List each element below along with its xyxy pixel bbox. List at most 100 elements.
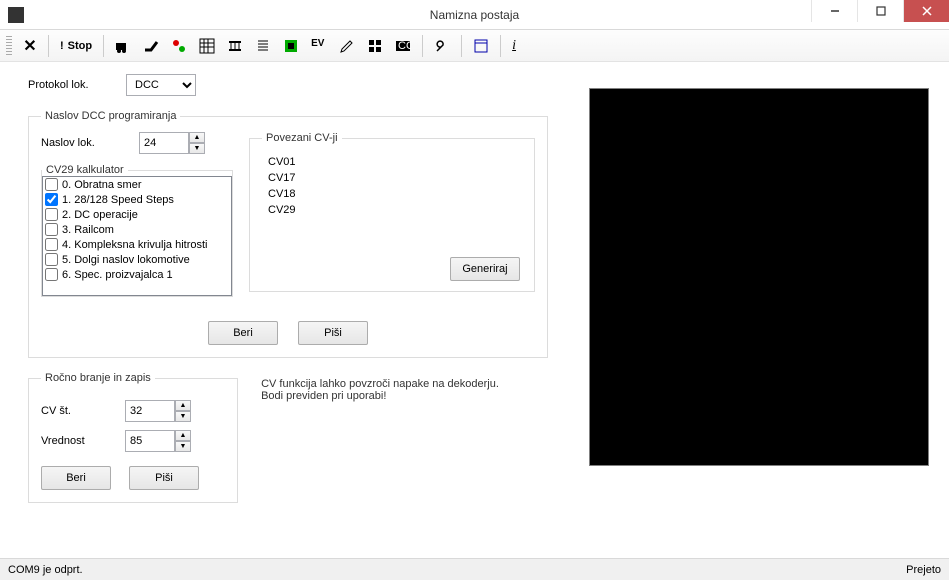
- left-column: Protokol lok. DCC Naslov DCC programiran…: [28, 74, 588, 517]
- close-button[interactable]: [903, 0, 949, 22]
- linked-cv-item: CV17: [262, 170, 522, 186]
- svg-text:COM: COM: [398, 40, 411, 52]
- list-icon: [255, 38, 271, 54]
- window-title: Namizna postaja: [430, 8, 519, 22]
- four-squares-icon: [367, 38, 383, 54]
- cv29-item: 0. Obratna smer: [43, 177, 231, 192]
- window-controls: [811, 0, 949, 22]
- cv29-checkbox-4[interactable]: [45, 238, 58, 251]
- cv29-checkbox-3[interactable]: [45, 223, 58, 236]
- x-icon: ✕: [23, 36, 36, 56]
- maximize-button[interactable]: [857, 0, 903, 22]
- toolbar-com-button[interactable]: COM: [390, 34, 416, 58]
- toolbar-separator: [48, 35, 49, 57]
- titlebar: Namizna postaja: [0, 0, 949, 30]
- toolbar-separator: [422, 35, 423, 57]
- toolbar-grip: [6, 36, 12, 56]
- cv-number-input[interactable]: [125, 400, 175, 422]
- cv-value-input[interactable]: [125, 430, 175, 452]
- toolbar-turnout-button[interactable]: [138, 34, 164, 58]
- exclaim-icon: !: [60, 40, 64, 52]
- content-area: Protokol lok. DCC Naslov DCC programiran…: [0, 62, 949, 558]
- cv29-item: 1. 28/128 Speed Steps: [43, 192, 231, 207]
- toolbar-separator: [103, 35, 104, 57]
- dcc-write-button[interactable]: Piši: [298, 321, 368, 345]
- stop-label: Stop: [68, 40, 92, 52]
- addr-spin-up[interactable]: ▲: [189, 132, 205, 143]
- val-spin-down[interactable]: ▼: [175, 441, 191, 452]
- generate-button[interactable]: Generiraj: [450, 257, 520, 281]
- toolbar-separator: [500, 35, 501, 57]
- cv-value-label: Vrednost: [41, 435, 113, 447]
- manual-rw-group: Ročno branje in zapis CV št. ▲▼ Vrednost…: [28, 372, 238, 503]
- toolbar: ✕ ! Stop EV COM i: [0, 30, 949, 62]
- green-square-icon: [283, 38, 299, 54]
- cv29-item: 6. Spec. proizvajalca 1: [43, 267, 231, 282]
- protocol-select[interactable]: DCC: [126, 74, 196, 96]
- toolbar-grid-button[interactable]: [194, 34, 220, 58]
- app-icon: [8, 7, 24, 23]
- toolbar-track-button[interactable]: [222, 34, 248, 58]
- cv29-item: 5. Dolgi naslov lokomotive: [43, 252, 231, 267]
- toolbar-wrench-button[interactable]: [429, 34, 455, 58]
- loco-addr-input[interactable]: [139, 132, 189, 154]
- manual-legend: Ročno branje in zapis: [41, 372, 155, 384]
- toolbar-list-button[interactable]: [250, 34, 276, 58]
- toolbar-squares-button[interactable]: [362, 34, 388, 58]
- cv-number-label: CV št.: [41, 405, 113, 417]
- terminal-output[interactable]: [589, 88, 929, 466]
- cv29-checkbox-5[interactable]: [45, 253, 58, 266]
- stop-button[interactable]: ! Stop: [55, 34, 97, 58]
- com-icon: COM: [395, 38, 411, 54]
- linked-cv-item: CV01: [262, 154, 522, 170]
- dcc-group-legend: Naslov DCC programiranja: [41, 110, 180, 122]
- status-left: COM9 je odprt.: [8, 564, 83, 576]
- warning-text: CV funkcija lahko povzroči napake na dek…: [261, 378, 541, 402]
- statusbar: COM9 je odprt. Prejeto: [0, 558, 949, 580]
- cv29-legend: CV29 kalkulator: [42, 164, 128, 176]
- wrench-icon: [434, 38, 450, 54]
- toolbar-separator: [461, 35, 462, 57]
- linked-cv-item: CV18: [262, 186, 522, 202]
- linked-cv-item: CV29: [262, 202, 522, 218]
- toolbar-loco-button[interactable]: [110, 34, 136, 58]
- loco-icon: [115, 38, 131, 54]
- track-icon: [227, 38, 243, 54]
- linked-cv-legend: Povezani CV-ji: [262, 132, 342, 144]
- toolbar-window-button[interactable]: [468, 34, 494, 58]
- linked-cv-group: Povezani CV-ji CV01 CV17 CV18 CV29 Gener…: [249, 132, 535, 292]
- dcc-programming-group: Naslov DCC programiranja Naslov lok. ▲ ▼: [28, 110, 548, 358]
- window-icon: [473, 38, 489, 54]
- toolbar-signal-button[interactable]: [166, 34, 192, 58]
- loco-addr-label: Naslov lok.: [41, 137, 127, 149]
- val-spin-up[interactable]: ▲: [175, 430, 191, 441]
- toolbar-green-button[interactable]: [278, 34, 304, 58]
- minimize-button[interactable]: [811, 0, 857, 22]
- protocol-label: Protokol lok.: [28, 79, 114, 91]
- cv29-checkbox-0[interactable]: [45, 178, 58, 191]
- cv29-item: 3. Railcom: [43, 222, 231, 237]
- manual-read-button[interactable]: Beri: [41, 466, 111, 490]
- cv29-checkbox-6[interactable]: [45, 268, 58, 281]
- grid-icon: [199, 38, 215, 54]
- pen-icon: [339, 38, 355, 54]
- toolbar-ev-button[interactable]: EV: [306, 34, 332, 58]
- ev-icon: EV: [311, 38, 327, 54]
- addr-spin-down[interactable]: ▼: [189, 143, 205, 154]
- cv29-item: 4. Kompleksna krivulja hitrosti: [43, 237, 231, 252]
- toolbar-x-button[interactable]: ✕: [18, 34, 42, 58]
- turnout-icon: [143, 38, 159, 54]
- signal-icon: [171, 38, 187, 54]
- dcc-read-button[interactable]: Beri: [208, 321, 278, 345]
- status-right: Prejeto: [906, 564, 941, 576]
- toolbar-pen-button[interactable]: [334, 34, 360, 58]
- cv29-checkbox-1[interactable]: [45, 193, 58, 206]
- cv29-checkbox-2[interactable]: [45, 208, 58, 221]
- manual-write-button[interactable]: Piši: [129, 466, 199, 490]
- cv29-item: 2. DC operacije: [43, 207, 231, 222]
- cv-spin-up[interactable]: ▲: [175, 400, 191, 411]
- toolbar-info-button[interactable]: i: [507, 34, 533, 58]
- cv-spin-down[interactable]: ▼: [175, 411, 191, 422]
- protocol-row: Protokol lok. DCC: [28, 74, 588, 96]
- cv29-list[interactable]: 0. Obratna smer 1. 28/128 Speed Steps 2.…: [42, 176, 232, 296]
